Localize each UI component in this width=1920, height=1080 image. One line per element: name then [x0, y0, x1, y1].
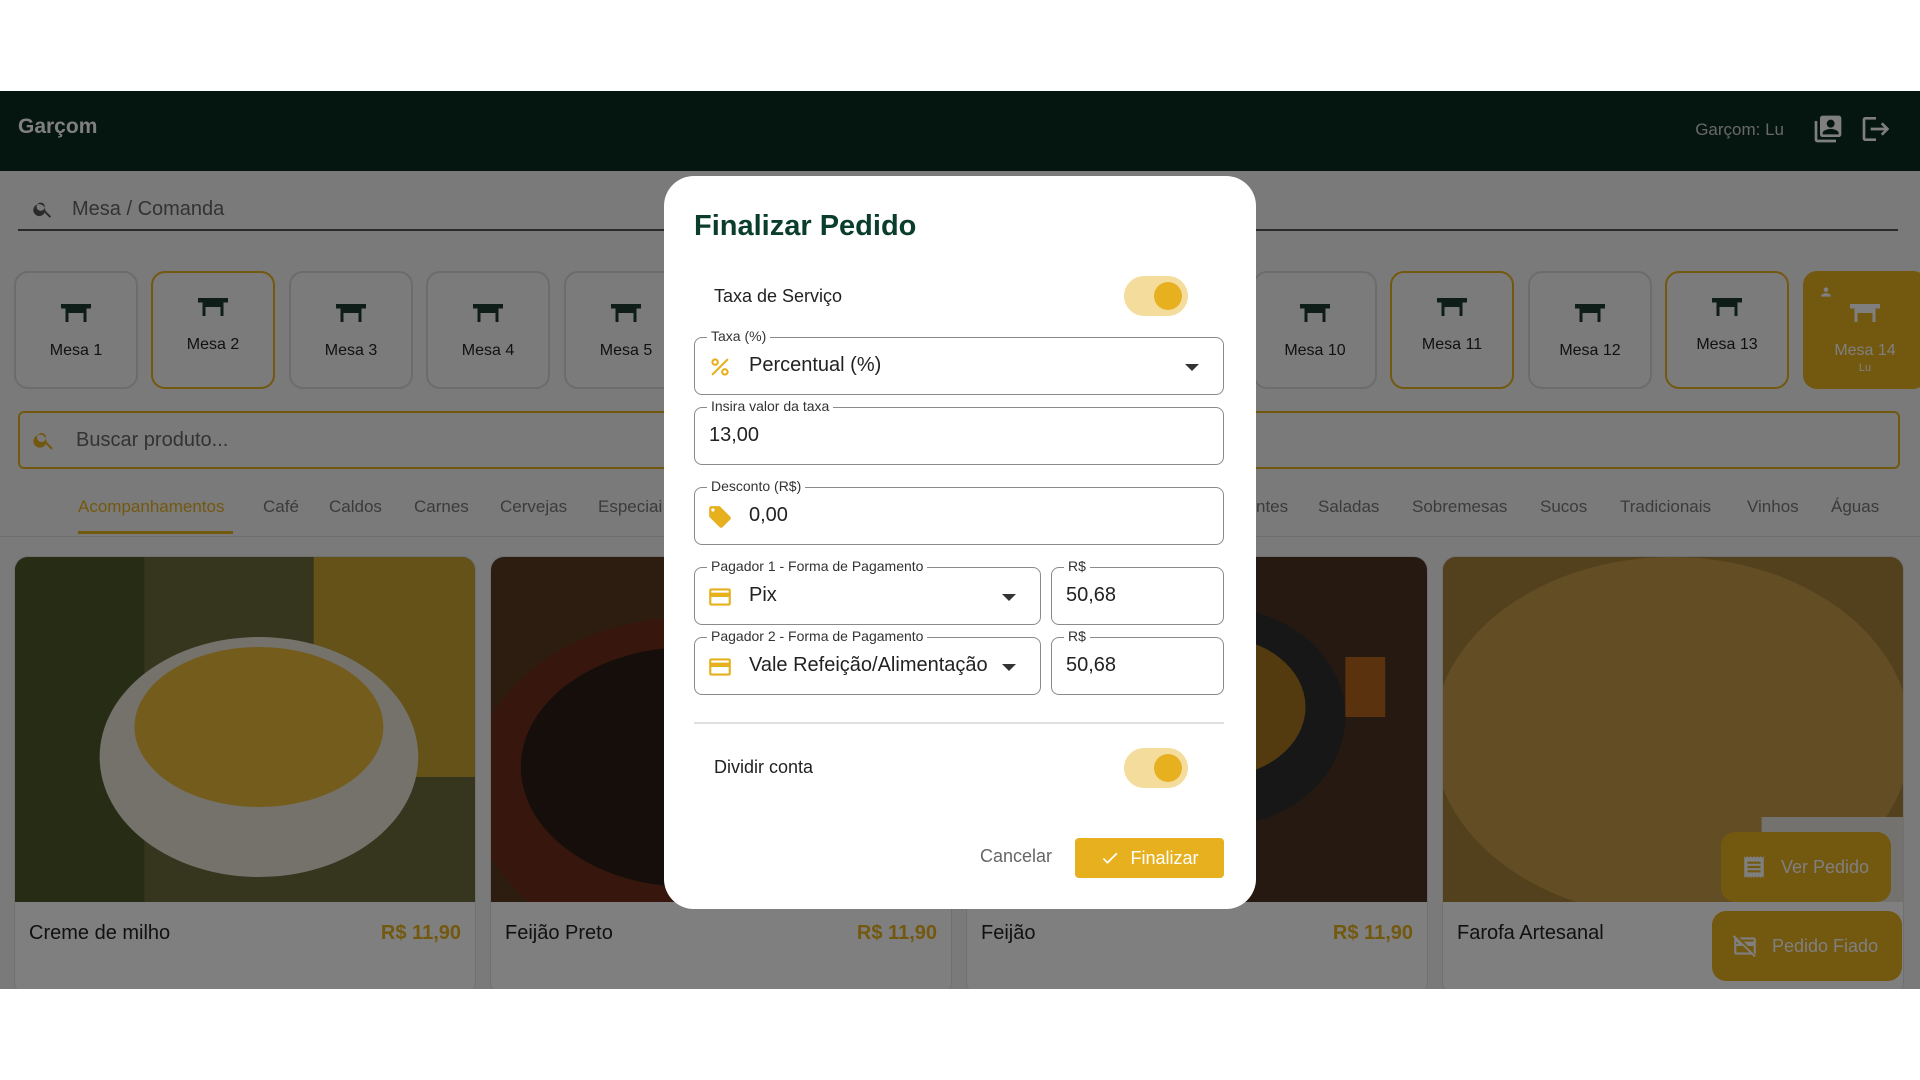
payer2-method-label: Pagador 2 - Forma de Pagamento [707, 628, 928, 644]
split-bill-toggle[interactable] [1124, 748, 1188, 788]
dropdown-arrow-icon [1002, 664, 1016, 671]
dialog-title: Finalizar Pedido [694, 210, 917, 242]
payer2-amount: 50,68 [1066, 654, 1117, 676]
discount-input[interactable]: Desconto (R$) 0,00 [694, 478, 1224, 545]
payer1-method-label: Pagador 1 - Forma de Pagamento [707, 558, 928, 574]
fee-type-value: Percentual (%) [749, 354, 882, 376]
fee-value: 13,00 [709, 424, 760, 446]
payer1-method-value: Pix [749, 584, 777, 606]
finalize-button[interactable]: Finalizar [1075, 838, 1224, 878]
payer2-amount-input[interactable]: R$ 50,68 [1051, 628, 1224, 695]
fee-type-label: Taxa (%) [707, 328, 771, 344]
split-bill-label: Dividir conta [714, 757, 814, 777]
fee-value-input[interactable]: Insira valor da taxa 13,00 [694, 398, 1224, 465]
service-fee-toggle[interactable] [1124, 276, 1188, 316]
service-fee-label: Taxa de Serviço [714, 286, 843, 306]
payer1-amount-label: R$ [1064, 558, 1090, 574]
finalize-order-dialog: Finalizar Pedido Taxa de Serviço Taxa (%… [664, 176, 1256, 909]
payer2-method-select[interactable]: Pagador 2 - Forma de Pagamento Vale Refe… [694, 628, 1041, 695]
payer1-amount-input[interactable]: R$ 50,68 [1051, 558, 1224, 625]
payer2-method-value: Vale Refeição/Alimentação [749, 654, 988, 676]
dropdown-arrow-icon [1185, 364, 1199, 371]
credit-card-icon [709, 658, 731, 676]
tag-icon [709, 506, 731, 528]
finalize-label: Finalizar [1130, 847, 1199, 868]
cancel-button[interactable]: Cancelar [980, 846, 1052, 867]
divider [694, 722, 1224, 724]
fee-type-select[interactable]: Taxa (%) Percentual (%) [694, 328, 1224, 395]
discount-label: Desconto (R$) [707, 478, 806, 494]
check-icon [1103, 852, 1118, 864]
discount-value: 0,00 [749, 504, 788, 526]
fee-value-label: Insira valor da taxa [707, 398, 834, 414]
toggle-knob [1154, 754, 1182, 782]
dropdown-arrow-icon [1002, 594, 1016, 601]
payer2-amount-label: R$ [1064, 628, 1090, 644]
credit-card-icon [709, 588, 731, 606]
percent-icon [711, 358, 729, 376]
toggle-knob [1154, 282, 1182, 310]
payer1-method-select[interactable]: Pagador 1 - Forma de Pagamento Pix [694, 558, 1041, 625]
payer1-amount: 50,68 [1066, 584, 1117, 606]
